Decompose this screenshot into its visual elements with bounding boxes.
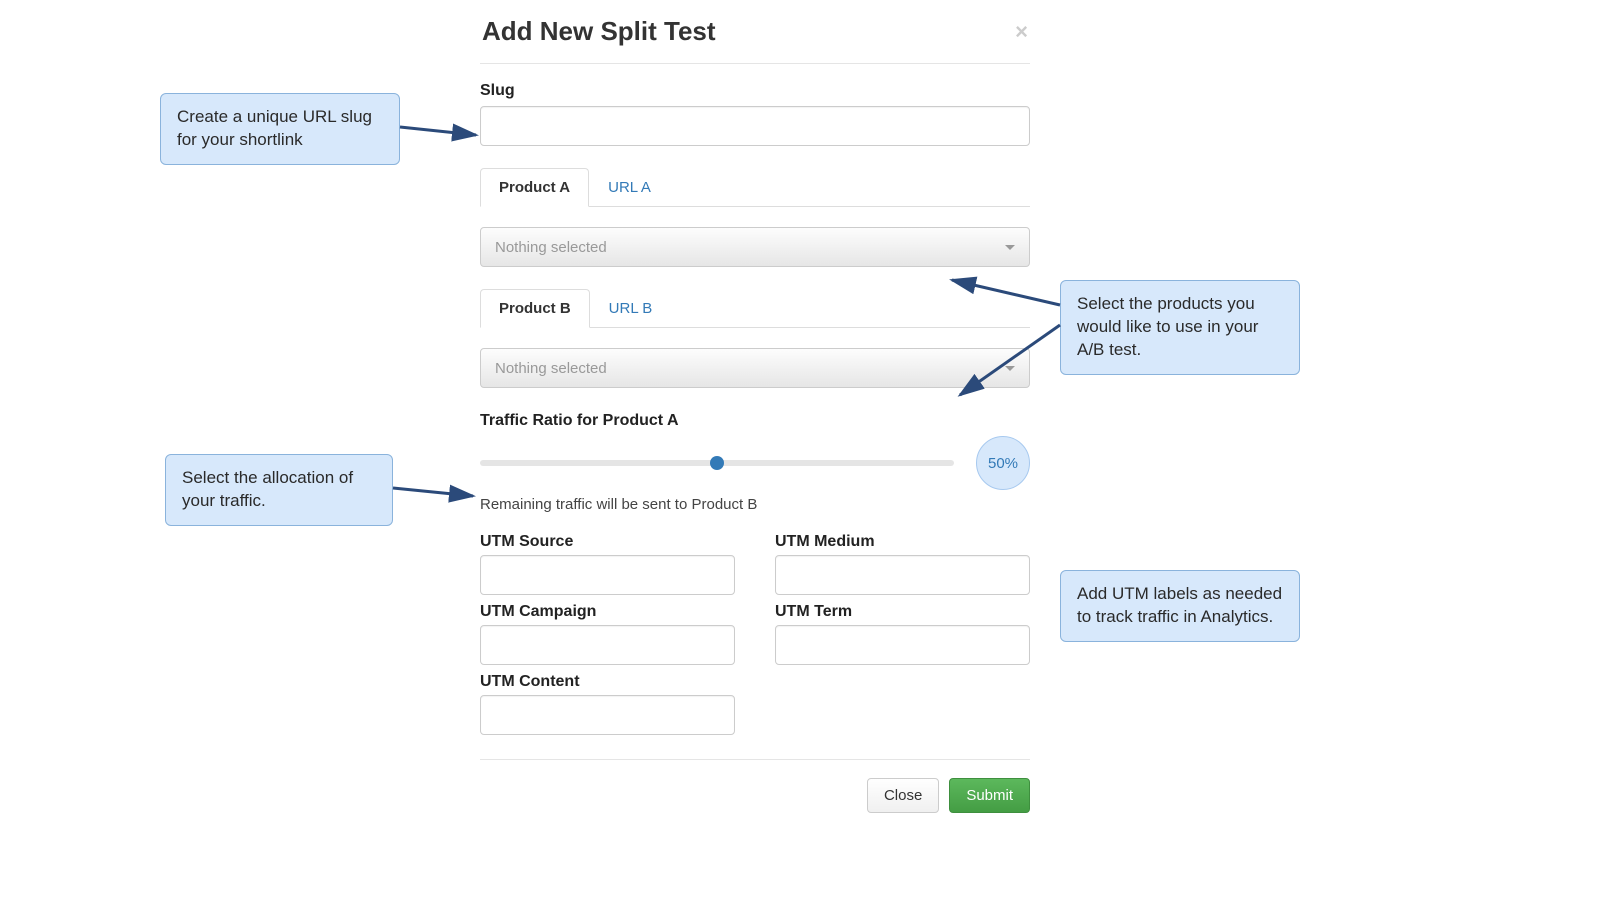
slug-label: Slug: [480, 82, 1030, 100]
utm-content-label: UTM Content: [480, 673, 735, 691]
traffic-percent-badge: 50%: [976, 436, 1030, 490]
arrow-icon: [391, 478, 486, 508]
utm-medium-label: UTM Medium: [775, 533, 1030, 551]
product-a-select-placeholder: Nothing selected: [495, 239, 607, 256]
utm-grid: UTM Source UTM Medium UTM Campaign UTM T…: [480, 533, 1030, 735]
modal-title: Add New Split Test: [482, 16, 716, 47]
tab-product-a[interactable]: Product A: [480, 168, 589, 207]
callout-products: Select the products you would like to us…: [1060, 280, 1300, 375]
tab-url-a[interactable]: URL A: [589, 168, 670, 207]
submit-button[interactable]: Submit: [949, 778, 1030, 813]
traffic-ratio-section: Traffic Ratio for Product A 50% Remainin…: [480, 412, 1030, 513]
close-button[interactable]: Close: [867, 778, 939, 813]
traffic-hint: Remaining traffic will be sent to Produc…: [480, 496, 1030, 513]
callout-slug: Create a unique URL slug for your shortl…: [160, 93, 400, 165]
utm-source-input[interactable]: [480, 555, 735, 595]
product-a-select[interactable]: Nothing selected: [480, 227, 1030, 267]
utm-campaign-label: UTM Campaign: [480, 603, 735, 621]
utm-medium-input[interactable]: [775, 555, 1030, 595]
arrow-icon: [942, 270, 1072, 410]
slider-thumb[interactable]: [710, 456, 724, 470]
chevron-down-icon: [1005, 245, 1015, 250]
arrow-icon: [398, 115, 488, 145]
modal-body: Slug Product A URL A Nothing selected Pr…: [480, 64, 1030, 813]
split-test-modal: Add New Split Test × Slug Product A URL …: [480, 12, 1030, 813]
modal-header: Add New Split Test ×: [480, 12, 1030, 64]
tab-product-b[interactable]: Product B: [480, 289, 590, 328]
product-a-tabs: Product A URL A: [480, 168, 1030, 207]
utm-content-input[interactable]: [480, 695, 735, 735]
utm-term-label: UTM Term: [775, 603, 1030, 621]
utm-term-input[interactable]: [775, 625, 1030, 665]
slug-input[interactable]: [480, 106, 1030, 146]
callout-traffic: Select the allocation of your traffic.: [165, 454, 393, 526]
modal-footer: Close Submit: [480, 759, 1030, 813]
traffic-ratio-label: Traffic Ratio for Product A: [480, 412, 1030, 430]
close-icon[interactable]: ×: [1015, 21, 1028, 43]
utm-campaign-input[interactable]: [480, 625, 735, 665]
utm-source-label: UTM Source: [480, 533, 735, 551]
traffic-ratio-slider[interactable]: [480, 460, 954, 466]
tab-url-b[interactable]: URL B: [590, 289, 672, 328]
callout-utm: Add UTM labels as needed to track traffi…: [1060, 570, 1300, 642]
product-b-select-placeholder: Nothing selected: [495, 360, 607, 377]
